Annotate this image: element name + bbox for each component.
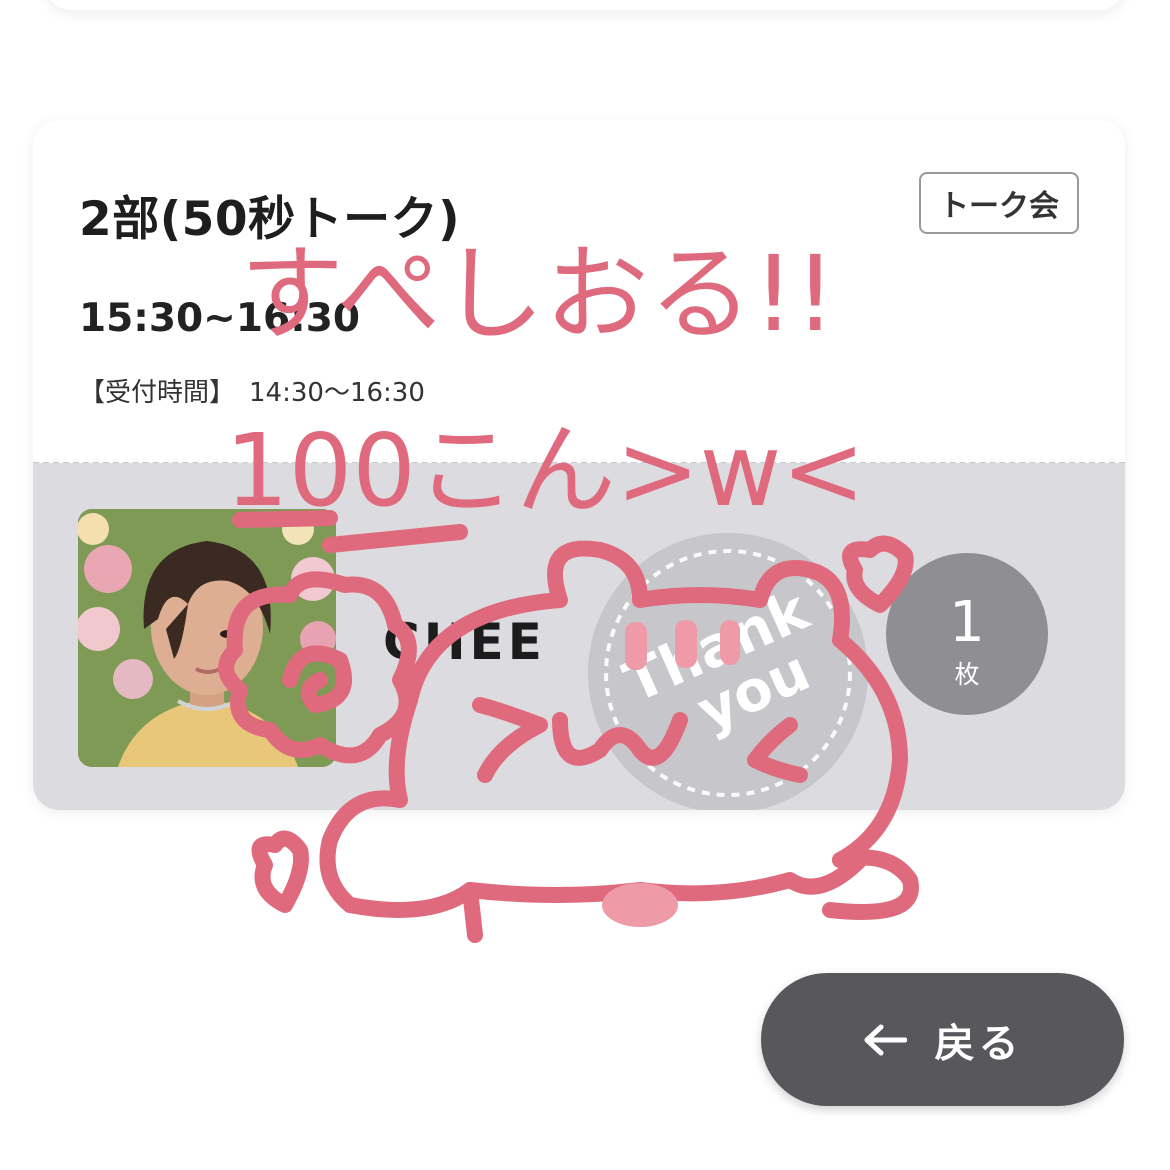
ticket-count-unit: 枚 xyxy=(954,660,980,689)
event-type-badge: トーク会 xyxy=(919,172,1079,234)
previous-card-edge xyxy=(44,0,1126,10)
back-button-label: 戻る xyxy=(934,1020,1023,1067)
reception-time-value: 14:30〜16:30 xyxy=(249,378,425,408)
session-time: 15:30~16:30 xyxy=(79,296,360,341)
arrow-left-icon xyxy=(864,1024,907,1055)
ticket-card-header: 2部(50秒トーク) トーク会 15:30~16:30 【受付時間】 14:30〜… xyxy=(33,120,1125,463)
artist-name: CHEE xyxy=(383,613,546,671)
ticket-count-badge: 1 枚 xyxy=(886,553,1048,715)
reception-time-label: 【受付時間】 xyxy=(79,378,236,408)
reception-time-row: 【受付時間】 14:30〜16:30 xyxy=(79,372,425,409)
thank-you-stamp-icon: Thank you xyxy=(588,533,868,810)
ticket-card-body: CHEE Thank you 1 枚 xyxy=(33,463,1125,810)
artist-photo xyxy=(78,509,336,767)
ticket-count: 1 xyxy=(949,590,985,655)
ticket-card[interactable]: 2部(50秒トーク) トーク会 15:30~16:30 【受付時間】 14:30〜… xyxy=(33,120,1125,810)
back-button[interactable]: 戻る xyxy=(761,973,1124,1106)
session-title: 2部(50秒トーク) xyxy=(79,192,461,247)
